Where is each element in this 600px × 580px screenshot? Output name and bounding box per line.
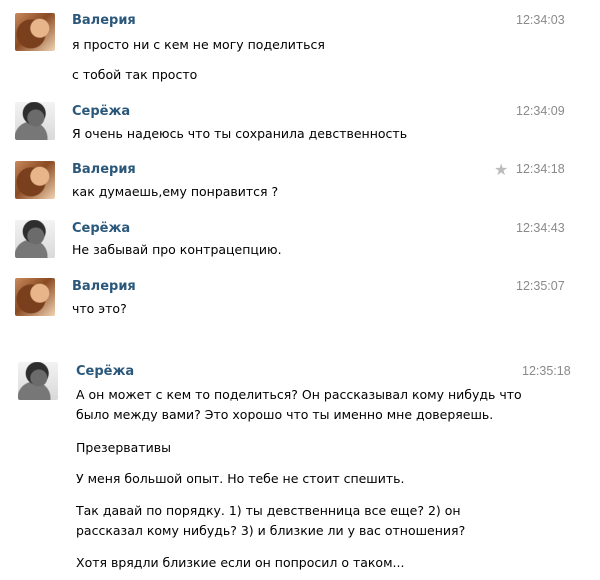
avatar[interactable] (15, 102, 55, 140)
author-name[interactable]: Валерия (72, 162, 136, 177)
message-text: Хотя врядли близкие если он попросил о т… (76, 555, 405, 570)
message-text: Так давай по порядку. 1) ты девственница… (76, 503, 461, 518)
message-text: рассказал кому нибудь? 3) и близкие ли у… (76, 523, 466, 538)
avatar[interactable] (15, 278, 55, 316)
message-time: 12:35:18 (522, 364, 571, 378)
message-text: Презервативы (76, 440, 171, 455)
message-time: 12:34:18 (516, 162, 565, 176)
message-time: 12:34:03 (516, 13, 565, 27)
author-name[interactable]: Валерия (72, 13, 136, 28)
avatar[interactable] (15, 220, 55, 258)
avatar[interactable] (15, 13, 55, 51)
message-text: Не забывай про контрацепцию. (72, 242, 282, 257)
message-time: 12:34:43 (516, 221, 565, 235)
message-text: с тобой так просто (72, 67, 198, 82)
avatar[interactable] (15, 161, 55, 199)
message-text: было между вами? Это хорошо что ты именн… (76, 407, 494, 422)
star-icon[interactable]: ★ (494, 162, 508, 178)
message-text: как думаешь,ему понравится ? (72, 184, 279, 199)
message-text: я просто ни с кем не могу поделиться (72, 37, 325, 52)
author-name[interactable]: Серёжа (72, 221, 130, 236)
message-time: 12:34:09 (516, 104, 565, 118)
avatar[interactable] (18, 362, 58, 400)
message-text: У меня большой опыт. Но тебе не стоит сп… (76, 471, 405, 486)
author-name[interactable]: Серёжа (76, 364, 134, 379)
message-text: Я очень надеюсь что ты сохранила девстве… (72, 126, 408, 141)
message-time: 12:35:07 (516, 279, 565, 293)
message-text: что это? (72, 301, 127, 316)
message-text: А он может с кем то поделиться? Он расск… (76, 387, 522, 402)
author-name[interactable]: Валерия (72, 279, 136, 294)
author-name[interactable]: Серёжа (72, 104, 130, 119)
